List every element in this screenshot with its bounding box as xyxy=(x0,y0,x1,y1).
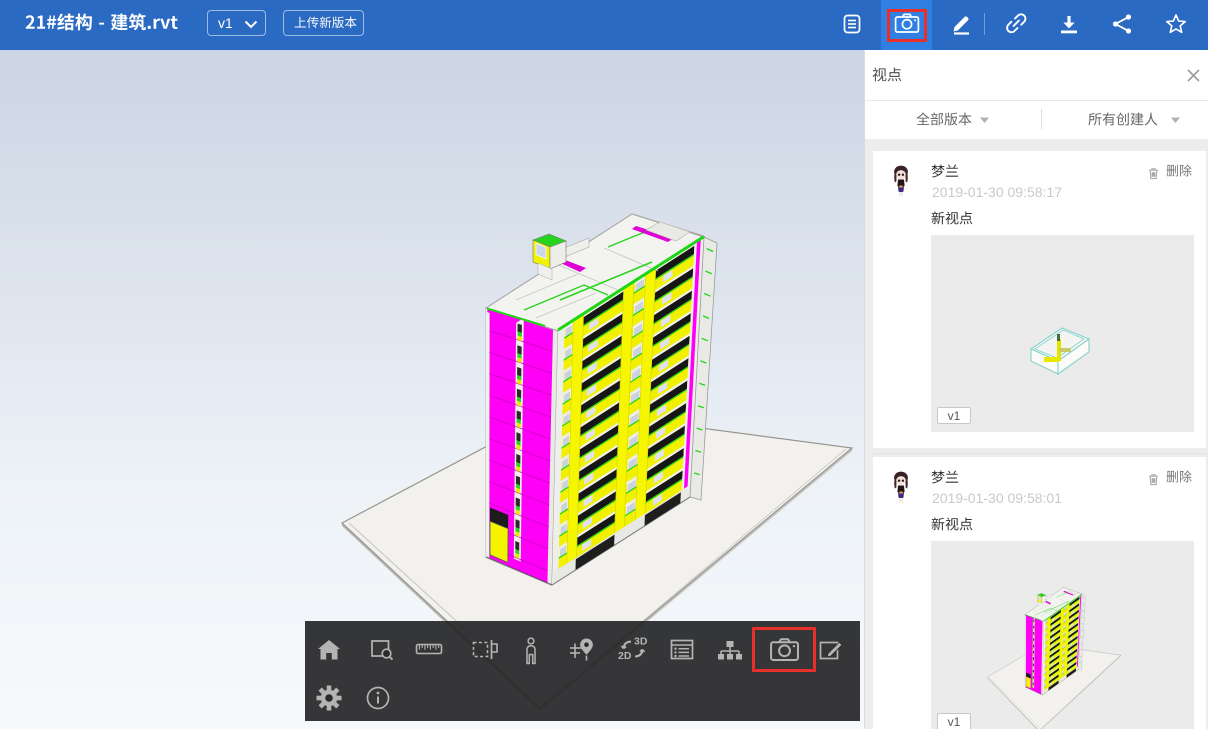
svg-text:2D: 2D xyxy=(618,650,632,662)
svg-text:3D: 3D xyxy=(634,636,648,648)
